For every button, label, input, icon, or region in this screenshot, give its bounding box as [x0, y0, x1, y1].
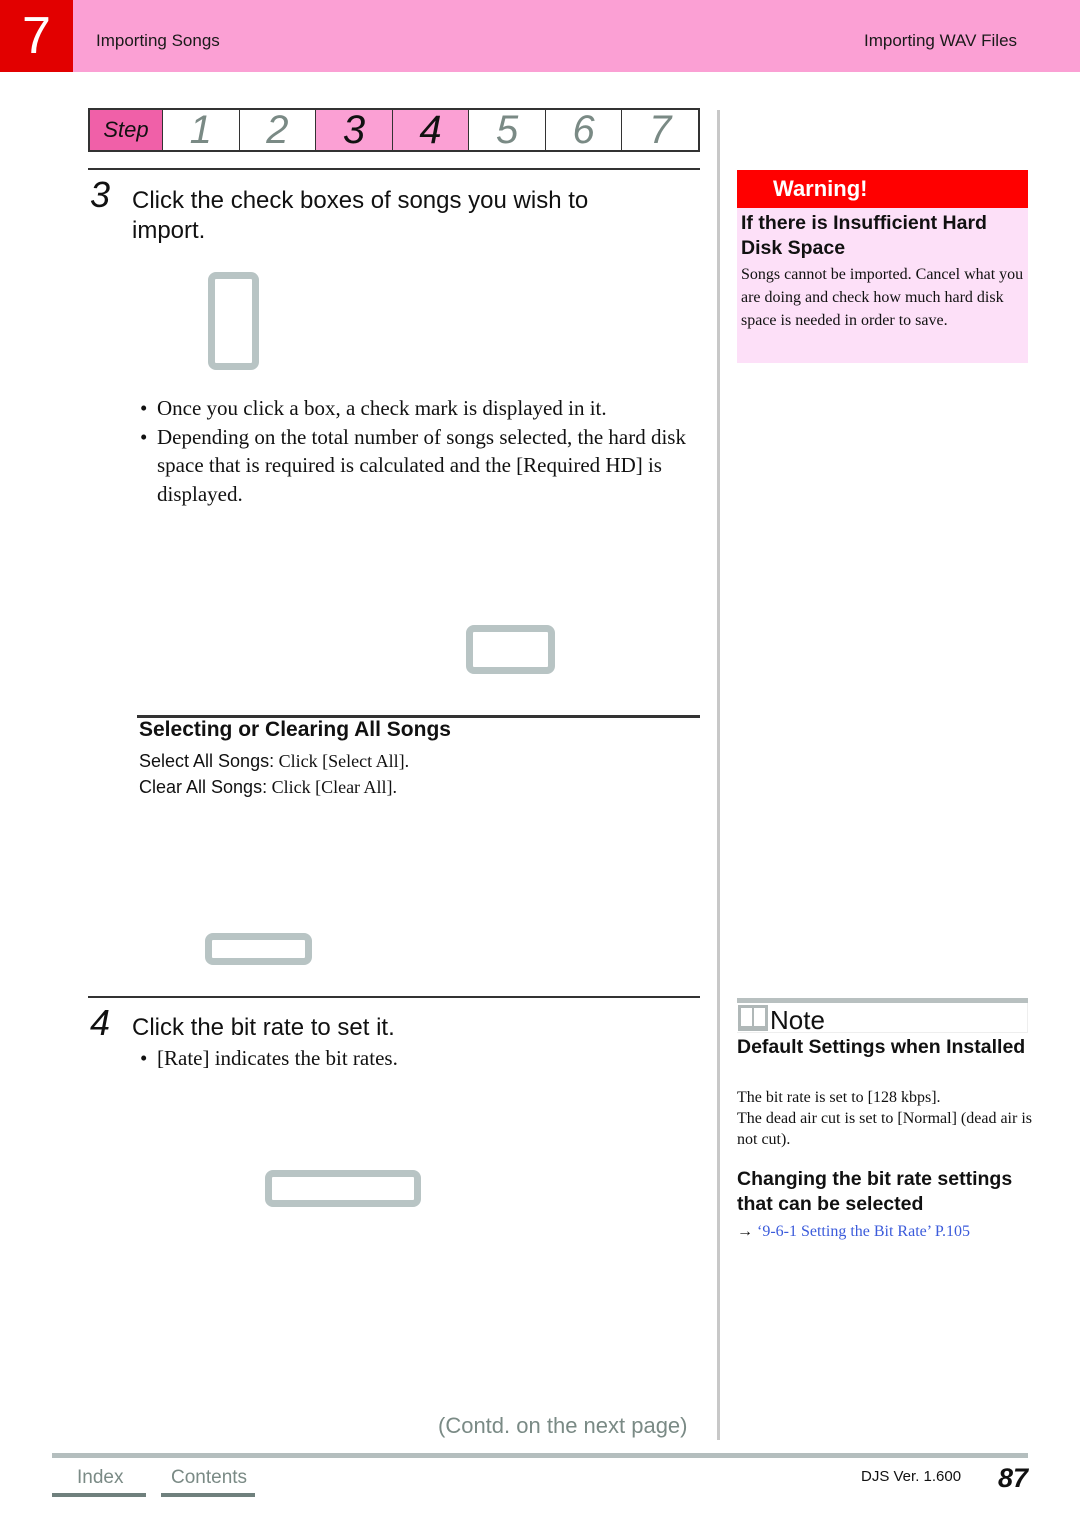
contents-link[interactable]: Contents: [171, 1467, 247, 1489]
note-dead-air-default: The dead air cut is set to [Normal] (dea…: [737, 1110, 1032, 1148]
bullet-text: Depending on the total number of songs s…: [157, 424, 686, 506]
step-4-rule: [88, 996, 700, 998]
step-progress-bar: Step 1 2 3 4 5 6 7: [88, 108, 700, 152]
step-3: 3: [315, 108, 392, 152]
arrow-right-icon: →: [737, 1223, 753, 1240]
clear-all-action: Click [Clear All].: [267, 777, 398, 797]
clear-all-instruction: Clear All Songs: Click [Clear All].: [139, 777, 397, 798]
bullet-item: • Once you click a box, a check mark is …: [140, 394, 700, 423]
footer-rule: [52, 1453, 1028, 1458]
clear-all-label: Clear All Songs:: [139, 777, 268, 797]
step-4-number: 4: [90, 1002, 111, 1043]
bullet-item: • [Rate] indicates the bit rates.: [140, 1044, 700, 1073]
bullet-item: • Depending on the total number of songs…: [140, 423, 700, 509]
select-all-label: Select All Songs:: [139, 751, 275, 771]
note-label: Note: [770, 1005, 825, 1035]
note-default-settings-title: Default Settings when Installed: [737, 1036, 1026, 1058]
step-label: Step: [90, 110, 162, 150]
step-3-bullets: • Once you click a box, a check mark is …: [140, 394, 700, 508]
step-7: 7: [621, 108, 698, 152]
note-bit-rate-default: The bit rate is set to [128 kbps].: [737, 1089, 941, 1106]
step-4: 4: [391, 108, 469, 152]
note-changing-bit-rate-title: Changing the bit rate settings that can …: [737, 1168, 1013, 1215]
note-link-line: → ‘9-6-1 Setting the Bit Rate’ P.105: [737, 1221, 1032, 1242]
step-5: 5: [468, 108, 545, 152]
step-6: 6: [544, 108, 622, 152]
step-2: 2: [238, 108, 316, 152]
step-3-title-line1: Click the check boxes of songs you wish …: [132, 187, 589, 214]
bullet-text: [Rate] indicates the bit rates.: [157, 1046, 398, 1070]
bullet-dot: •: [140, 424, 148, 449]
step-3-number: 3: [90, 174, 111, 215]
bullet-text: Once you click a box, a check mark is di…: [157, 396, 607, 420]
section-title: Importing Songs: [96, 31, 220, 50]
index-link[interactable]: Index: [77, 1467, 123, 1489]
continued-notice: (Contd. on the next page): [438, 1413, 688, 1438]
version-label: DJS Ver. 1.600: [861, 1468, 962, 1485]
step-3-rule: [88, 168, 700, 170]
step-4-title: Click the bit rate to set it.: [132, 1014, 395, 1041]
select-all-button-screenshot: [205, 933, 312, 965]
page-topic: Importing WAV Files: [864, 31, 1018, 50]
warning-text: Songs cannot be imported. Cancel what yo…: [741, 266, 1024, 329]
book-icon: [738, 1005, 768, 1031]
contents-link-underline: [161, 1493, 255, 1497]
bit-rate-setting-link[interactable]: ‘9-6-1 Setting the Bit Rate’ P.105: [757, 1223, 970, 1240]
step-1: 1: [162, 108, 239, 152]
select-all-action: Click [Select All].: [274, 751, 410, 771]
index-link-underline: [52, 1493, 146, 1497]
bit-rate-screenshot: [265, 1170, 421, 1207]
checkbox-column-screenshot: [208, 272, 259, 370]
bullet-dot: •: [140, 396, 148, 420]
column-divider: [717, 110, 720, 1440]
step-4-bullets: • [Rate] indicates the bit rates.: [140, 1044, 700, 1073]
bullet-dot: •: [140, 1046, 148, 1070]
warning-label: Warning!: [737, 170, 1028, 208]
select-clear-heading: Selecting or Clearing All Songs: [139, 718, 451, 741]
select-all-instruction: Select All Songs: Click [Select All].: [139, 751, 409, 772]
page-number: 87: [998, 1463, 1029, 1493]
chapter-number: 7: [0, 0, 73, 72]
required-hd-screenshot: [466, 625, 555, 674]
step-3-title-line2: import.: [132, 217, 206, 244]
warning-title: If there is Insufficient Hard Disk Space: [741, 212, 987, 259]
